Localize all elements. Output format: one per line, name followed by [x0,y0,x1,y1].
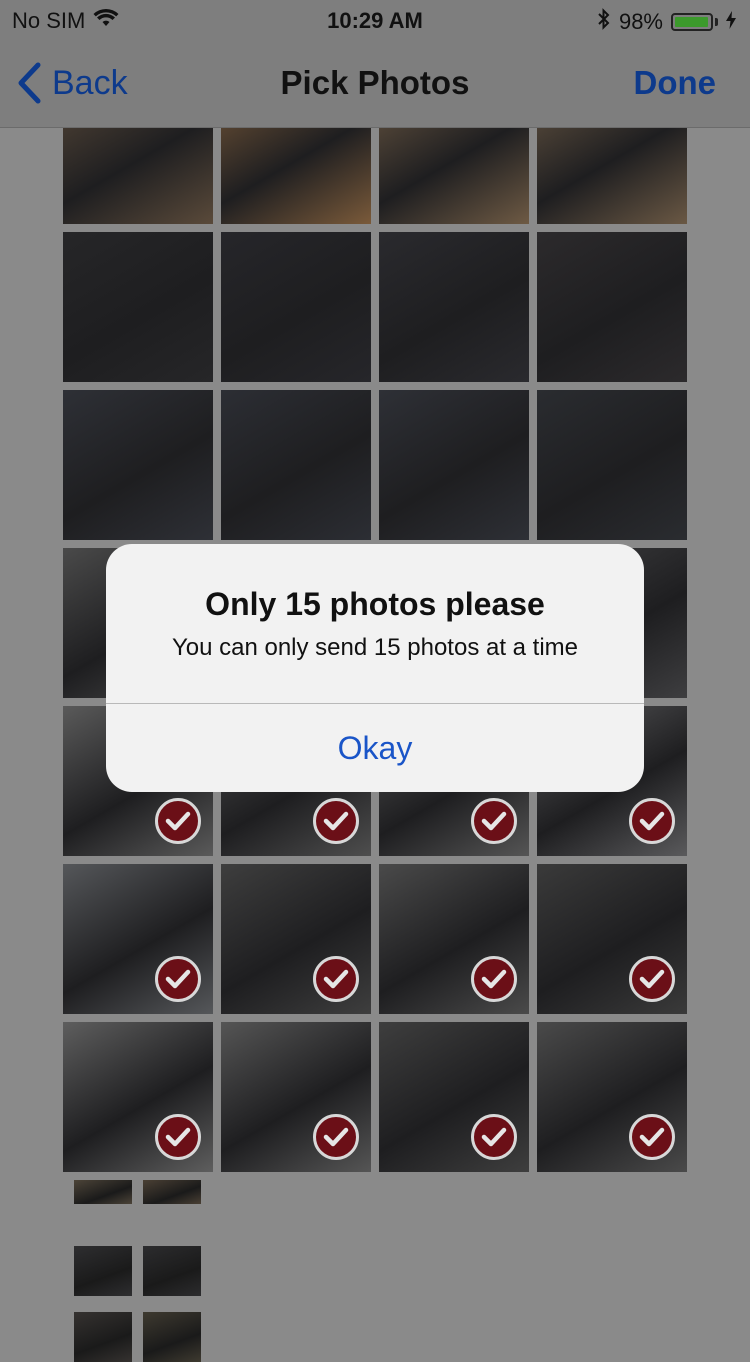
alert-dialog: Only 15 photos please You can only send … [106,544,644,792]
okay-button[interactable]: Okay [106,704,644,792]
alert-title: Only 15 photos please [205,586,545,622]
alert-message: You can only send 15 photos at a time [171,634,579,661]
